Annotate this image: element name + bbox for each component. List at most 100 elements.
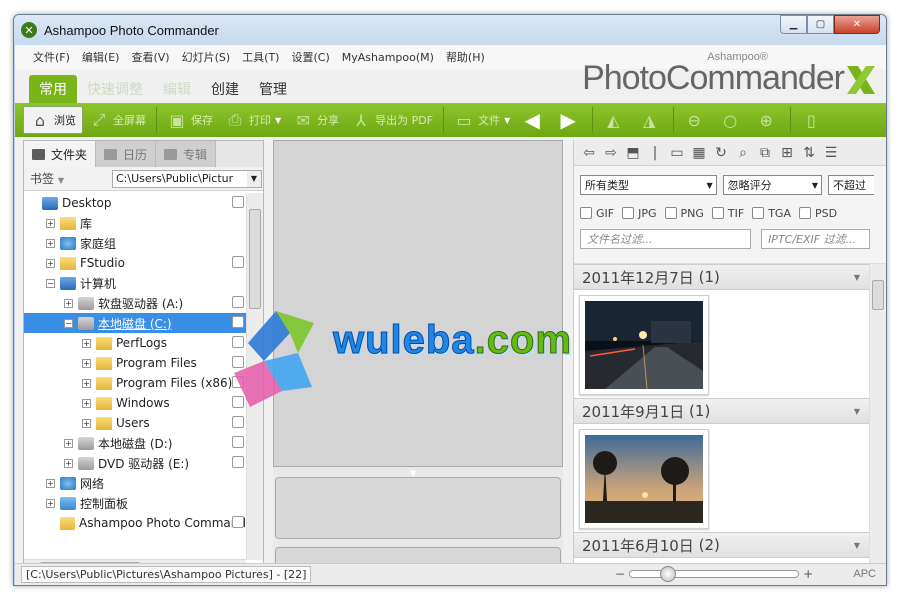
notes-icon[interactable]: ☰ [820, 143, 842, 163]
tree-node[interactable]: + 控制面板 [24, 493, 246, 513]
zoom-plus-button[interactable]: + [803, 567, 813, 581]
group-collapse-icon[interactable]: ▼ [848, 537, 866, 553]
date-group-header[interactable]: 2011年6月10日 (2) ▼ [574, 532, 870, 558]
zoom-knob[interactable] [660, 566, 677, 582]
tab-edit[interactable]: 编辑 [153, 75, 201, 103]
tree-node[interactable]: + Program Files [24, 353, 246, 373]
menu-slideshow[interactable]: 幻灯片(S) [182, 49, 231, 65]
format-checkbox[interactable]: PNG [664, 207, 704, 220]
expand-toggle-icon[interactable]: − [46, 278, 55, 288]
checkbox-box[interactable] [622, 207, 635, 219]
expand-toggle-icon[interactable]: + [46, 238, 55, 248]
tree-node[interactable]: + DVD 驱动器 (E:) [24, 453, 246, 473]
tree-node[interactable]: + 网络 [24, 473, 246, 493]
menu-help[interactable]: 帮助(H) [446, 49, 485, 65]
checkbox-box[interactable] [752, 207, 765, 219]
export-pdf-button[interactable]: ⅄ 导出为 PDF [345, 106, 439, 134]
save-button[interactable]: ▣ 保存 [161, 106, 219, 134]
tree-node-checkbox[interactable] [232, 196, 244, 208]
tree-node-checkbox[interactable] [232, 256, 244, 268]
next-button[interactable]: ▶ [552, 106, 588, 134]
search-icon[interactable]: ⌕ [732, 143, 754, 163]
up-folder-icon[interactable]: ⬒ [622, 143, 644, 163]
tab-calendar[interactable]: 日历 [96, 141, 157, 167]
format-checkbox[interactable]: TIF [711, 207, 744, 220]
tree-node[interactable]: Desktop [24, 193, 246, 213]
zoom-minus-button[interactable]: − [615, 567, 625, 581]
expand-toggle-icon[interactable]: + [82, 378, 91, 388]
tree-node-checkbox[interactable] [232, 456, 244, 468]
flip-vertical-button[interactable]: ◮ [633, 106, 669, 134]
expand-toggle-icon[interactable]: + [82, 398, 91, 408]
expand-toggle-icon[interactable]: + [82, 358, 91, 368]
tab-quick-adjust[interactable]: 快速调整 [77, 75, 153, 103]
group-collapse-icon[interactable]: ▼ [848, 269, 866, 285]
panel-button[interactable]: ▯ [795, 106, 831, 134]
tree-node[interactable]: Ashampoo Photo Command [24, 513, 246, 533]
share-button[interactable]: ✉ 分享 [287, 106, 345, 134]
expand-toggle-icon[interactable]: + [46, 258, 55, 268]
tab-albums[interactable]: 专辑 [156, 141, 217, 167]
menu-view[interactable]: 查看(V) [131, 49, 169, 65]
tree-node-checkbox[interactable] [232, 516, 244, 528]
tree-node[interactable]: − 计算机 [24, 273, 246, 293]
tab-create[interactable]: 创建 [201, 75, 249, 103]
filename-filter-input[interactable]: 文件名过滤... [580, 229, 752, 249]
file-menu-button[interactable]: ▭ 文件 ▼ [448, 106, 516, 134]
tree-node[interactable]: + 库 [24, 213, 246, 233]
tree-node[interactable]: + Windows [24, 393, 246, 413]
format-checkbox[interactable]: GIF [580, 207, 614, 220]
tree-node[interactable]: + 家庭组 [24, 233, 246, 253]
tree-node[interactable]: + PerfLogs [24, 333, 246, 353]
rating-select[interactable]: 忽略评分 ▼ [722, 175, 823, 195]
group-collapse-icon[interactable]: ▼ [848, 403, 866, 419]
checkbox-box[interactable] [711, 207, 724, 219]
thumbnail-item[interactable] [579, 429, 709, 529]
refresh-icon[interactable]: ↻ [710, 143, 732, 163]
expand-toggle-icon[interactable]: + [82, 418, 91, 428]
expand-toggle-icon[interactable]: − [64, 318, 73, 328]
limit-select[interactable]: 不超过 [828, 175, 874, 195]
sort-icon[interactable]: ⇅ [798, 143, 820, 163]
back-icon[interactable]: ⇦ [578, 143, 600, 163]
zoom-fit-button[interactable]: ○ [714, 106, 750, 134]
expand-toggle-icon[interactable]: + [82, 338, 91, 348]
forward-icon[interactable]: ⇨ [600, 143, 622, 163]
expand-toggle-icon[interactable]: + [46, 478, 55, 488]
menu-edit[interactable]: 编辑(E) [82, 49, 120, 65]
expand-toggle-icon[interactable]: + [64, 438, 73, 448]
expand-toggle-icon[interactable]: + [64, 298, 73, 308]
tab-folders[interactable]: 文件夹 [24, 141, 97, 167]
tree-node[interactable]: + 本地磁盘 (D:) [24, 433, 246, 453]
tab-home[interactable]: 常用 [29, 75, 77, 103]
tab-manage[interactable]: 管理 [249, 75, 297, 103]
expand-toggle-icon[interactable]: + [46, 218, 55, 228]
tree-node[interactable]: + Users [24, 413, 246, 433]
zoom-track[interactable] [629, 566, 800, 582]
iptc-filter-input[interactable]: IPTC/EXIF 过滤... [761, 229, 870, 249]
menu-myashampoo[interactable]: MyAshampoo(M) [342, 51, 434, 64]
new-folder-icon[interactable]: ⊞ [776, 143, 798, 163]
format-checkbox[interactable]: PSD [798, 207, 837, 220]
tree-node-checkbox[interactable] [232, 416, 244, 428]
maximize-button[interactable]: ▢ [807, 15, 834, 34]
gallery-vertical-scrollbar[interactable] [869, 264, 886, 577]
title-bar[interactable]: ✕ Ashampoo Photo Commander ▁ ▢ ✕ [14, 15, 886, 45]
menu-file[interactable]: 文件(F) [33, 49, 70, 65]
menu-settings[interactable]: 设置(C) [291, 49, 329, 65]
print-button[interactable]: ⎙ 打印 ▼ [219, 106, 287, 134]
zoom-out-button[interactable]: ⊖ [678, 106, 714, 134]
date-group-header[interactable]: 2011年12月7日 (1) ▼ [574, 264, 870, 290]
expand-toggle-icon[interactable]: + [46, 498, 55, 508]
expand-toggle-icon[interactable]: + [64, 458, 73, 468]
menu-tools[interactable]: 工具(T) [242, 49, 279, 65]
scroll-thumb[interactable] [249, 209, 261, 309]
scroll-thumb[interactable] [872, 280, 884, 310]
chevron-down-icon[interactable]: ▼ [247, 170, 261, 187]
bookmark-label[interactable]: 书签 ▼ [30, 170, 112, 187]
checkbox-box[interactable] [580, 207, 592, 219]
find-folder-icon[interactable]: ⧉ [754, 143, 776, 163]
flip-horizontal-button[interactable]: ◭ [597, 106, 633, 134]
browse-button[interactable]: ⌂ 浏览 [23, 106, 83, 134]
path-combobox[interactable]: C:\Users\Public\Pictur ▼ [112, 169, 262, 188]
